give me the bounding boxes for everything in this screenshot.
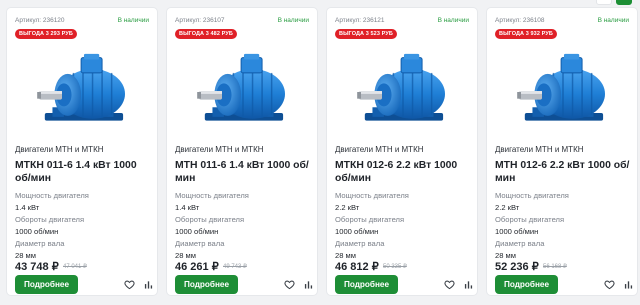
stock-status: В наличии (277, 17, 309, 24)
current-price: 46 261 ₽ (175, 261, 219, 273)
spec-value: 2.2 кВт (335, 203, 360, 212)
bar-chart-icon[interactable] (144, 280, 153, 289)
spec-label: Диаметр вала (15, 239, 65, 248)
details-button[interactable]: Подробнее (335, 275, 398, 294)
product-grid: Артикул: 236120 В наличии ВЫГОДА 3 293 Р… (6, 7, 638, 296)
electric-motor-image[interactable] (35, 50, 131, 134)
old-price: 50 335 ₽ (383, 264, 407, 270)
spec-label: Мощность двигателя (495, 191, 569, 200)
spec-value: 1000 об/мин (175, 227, 219, 236)
product-category: Двигатели МТН и МТКН (15, 145, 104, 154)
details-button[interactable]: Подробнее (495, 275, 558, 294)
bar-chart-icon[interactable] (624, 280, 633, 289)
bar-chart-icon[interactable] (464, 280, 473, 289)
stock-status: В наличии (117, 17, 149, 24)
spec-value: 1000 об/мин (15, 227, 59, 236)
spec-label: Обороты двигателя (335, 215, 405, 224)
product-category: Двигатели МТН и МТКН (175, 145, 264, 154)
old-price: 47 041 ₽ (63, 264, 87, 270)
spec-label: Диаметр вала (335, 239, 385, 248)
spec-value: 28 мм (335, 251, 356, 260)
discount-badge: ВЫГОДА 3 293 РУБ (15, 29, 77, 39)
details-button[interactable]: Подробнее (15, 275, 78, 294)
spec-label: Обороты двигателя (15, 215, 85, 224)
electric-motor-image[interactable] (195, 50, 291, 134)
spec-label: Обороты двигателя (495, 215, 565, 224)
spec-value: 28 мм (175, 251, 196, 260)
product-sku: Артикул: 236121 (335, 17, 385, 24)
discount-badge: ВЫГОДА 3 523 РУБ (335, 29, 397, 39)
spec-label: Диаметр вала (495, 239, 545, 248)
product-card[interactable]: Артикул: 236121 В наличии ВЫГОДА 3 523 Р… (326, 7, 478, 296)
spec-value: 1.4 кВт (15, 203, 40, 212)
bar-chart-icon[interactable] (304, 280, 313, 289)
product-category: Двигатели МТН и МТКН (335, 145, 424, 154)
spec-value: 1000 об/мин (335, 227, 379, 236)
spec-value: 1.4 кВт (175, 203, 200, 212)
stock-status: В наличии (437, 17, 469, 24)
heart-icon[interactable] (124, 279, 135, 290)
spec-value: 28 мм (15, 251, 36, 260)
old-price: 49 743 ₽ (223, 264, 247, 270)
discount-badge: ВЫГОДА 3 482 РУБ (175, 29, 237, 39)
spec-label: Обороты двигателя (175, 215, 245, 224)
product-card[interactable]: Артикул: 236107 В наличии ВЫГОДА 3 482 Р… (166, 7, 318, 296)
product-sku: Артикул: 236107 (175, 17, 225, 24)
current-price: 52 236 ₽ (495, 261, 539, 273)
list-view-button[interactable] (616, 0, 632, 5)
current-price: 43 748 ₽ (15, 261, 59, 273)
product-title[interactable]: МТКН 011-6 1.4 кВт 1000 об/мин (15, 159, 155, 185)
heart-icon[interactable] (444, 279, 455, 290)
grid-view-button[interactable] (596, 0, 612, 5)
spec-value: 1000 об/мин (495, 227, 539, 236)
product-sku: Артикул: 236108 (495, 17, 545, 24)
old-price: 56 168 ₽ (543, 264, 567, 270)
product-title[interactable]: МТН 011-6 1.4 кВт 1000 об/мин (175, 159, 315, 185)
electric-motor-image[interactable] (515, 50, 611, 134)
product-title[interactable]: МТН 012-6 2.2 кВт 1000 об/мин (495, 159, 635, 185)
view-toggle (596, 0, 632, 5)
spec-label: Мощность двигателя (175, 191, 249, 200)
discount-badge: ВЫГОДА 3 932 РУБ (495, 29, 557, 39)
spec-label: Мощность двигателя (15, 191, 89, 200)
product-title[interactable]: МТКН 012-6 2.2 кВт 1000 об/мин (335, 159, 475, 185)
product-sku: Артикул: 236120 (15, 17, 65, 24)
heart-icon[interactable] (284, 279, 295, 290)
details-button[interactable]: Подробнее (175, 275, 238, 294)
spec-value: 28 мм (495, 251, 516, 260)
current-price: 46 812 ₽ (335, 261, 379, 273)
product-card[interactable]: Артикул: 236108 В наличии ВЫГОДА 3 932 Р… (486, 7, 638, 296)
heart-icon[interactable] (604, 279, 615, 290)
electric-motor-image[interactable] (355, 50, 451, 134)
product-category: Двигатели МТН и МТКН (495, 145, 584, 154)
spec-label: Мощность двигателя (335, 191, 409, 200)
spec-label: Диаметр вала (175, 239, 225, 248)
stock-status: В наличии (597, 17, 629, 24)
spec-value: 2.2 кВт (495, 203, 520, 212)
product-card[interactable]: Артикул: 236120 В наличии ВЫГОДА 3 293 Р… (6, 7, 158, 296)
